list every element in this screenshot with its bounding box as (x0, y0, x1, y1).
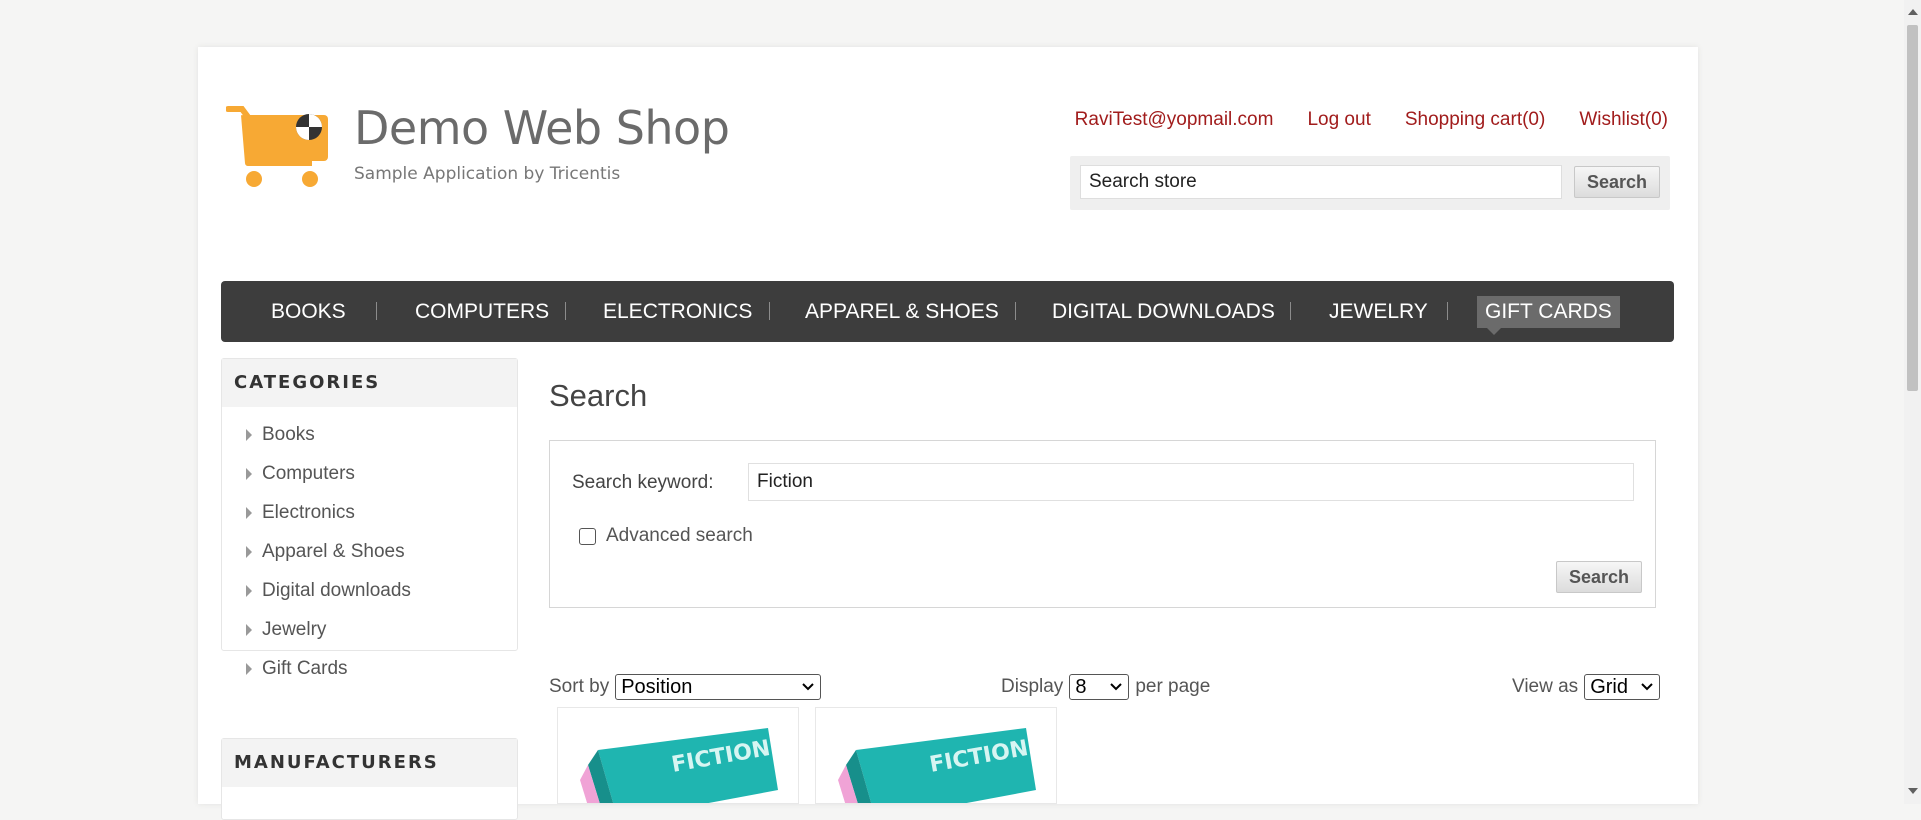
sort-by-select[interactable]: Position (615, 674, 822, 700)
category-item-books[interactable]: Books (222, 415, 517, 454)
advanced-search-toggle[interactable]: Advanced search (579, 525, 753, 547)
nav-item-jewelry[interactable]: JEWELRY (1329, 281, 1428, 342)
product-item[interactable]: FICTION (815, 707, 1057, 804)
sort-by-control: Sort by Position (549, 674, 822, 700)
triangle-right-icon (246, 585, 252, 597)
triangle-right-icon (246, 663, 252, 675)
store-search-input[interactable] (1080, 165, 1562, 199)
category-item-apparel-shoes[interactable]: Apparel & Shoes (222, 532, 517, 571)
nav-separator (1290, 302, 1291, 320)
category-item-digital-downloads[interactable]: Digital downloads (222, 571, 517, 610)
sort-by-label: Sort by (549, 676, 610, 697)
triangle-right-icon (246, 429, 252, 441)
nav-separator (769, 302, 770, 320)
view-mode-control: View as Grid (1512, 674, 1661, 700)
nav-item-apparel-shoes[interactable]: APPAREL & SHOES (805, 281, 999, 342)
advanced-search-form: Search keyword: Advanced search Search (549, 440, 1656, 608)
chevron-down-icon (1110, 683, 1123, 691)
search-button[interactable]: Search (1556, 561, 1642, 593)
nav-item-books[interactable]: BOOKS (271, 281, 346, 342)
product-item[interactable]: FICTION (557, 707, 799, 804)
manufacturers-title: MANUFACTURERS (222, 739, 517, 787)
search-keyword-label: Search keyword: (572, 472, 714, 493)
triangle-right-icon (246, 468, 252, 480)
view-mode-select[interactable]: Grid (1584, 674, 1661, 700)
categories-block: CATEGORIES Books Computers Electronics A… (221, 358, 518, 679)
nav-item-electronics[interactable]: ELECTRONICS (603, 281, 752, 342)
view-as-label: View as (1512, 676, 1579, 697)
nav-item-computers[interactable]: COMPUTERS (415, 281, 549, 342)
nav-item-digital-downloads[interactable]: DIGITAL DOWNLOADS (1052, 281, 1275, 342)
category-item-electronics[interactable]: Electronics (222, 493, 517, 532)
chevron-down-icon (1641, 683, 1653, 691)
page-title: Search (549, 378, 648, 413)
logo-title[interactable]: Demo Web Shop (354, 101, 730, 155)
scrollbar-thumb[interactable] (1907, 25, 1918, 391)
manufacturers-block: MANUFACTURERS (221, 738, 518, 820)
per-page-label: per page (1135, 676, 1211, 697)
search-keyword-input[interactable] (748, 463, 1634, 501)
triangle-right-icon (246, 507, 252, 519)
top-menu: BOOKS COMPUTERS ELECTRONICS APPAREL & SH… (221, 281, 1674, 342)
nav-separator (565, 302, 566, 320)
category-item-jewelry[interactable]: Jewelry (222, 610, 517, 649)
store-search-box: Search (1070, 156, 1670, 210)
shopping-cart-link[interactable]: Shopping cart(0) (1405, 109, 1545, 131)
chevron-down-icon (802, 683, 814, 691)
shopping-cart-logo-icon[interactable] (226, 103, 328, 191)
nav-separator (376, 302, 377, 320)
page-size-select[interactable]: 8 (1069, 674, 1130, 700)
triangle-right-icon (246, 546, 252, 558)
header-links: RaviTest@yopmail.com Log out Shopping ca… (1075, 109, 1668, 131)
logout-link[interactable]: Log out (1307, 109, 1370, 131)
book-cover-image[interactable]: FICTION (578, 720, 778, 804)
wishlist-link[interactable]: Wishlist(0) (1579, 109, 1668, 131)
scroll-down-arrow-icon[interactable] (1908, 788, 1918, 794)
display-label: Display (1001, 676, 1064, 697)
nav-separator (1447, 302, 1448, 320)
category-item-computers[interactable]: Computers (222, 454, 517, 493)
advanced-search-label[interactable]: Advanced search (606, 525, 753, 547)
advanced-search-checkbox[interactable] (579, 527, 596, 545)
scroll-up-arrow-icon[interactable] (1908, 9, 1918, 15)
page-container: Demo Web Shop Sample Application by Tric… (198, 47, 1698, 820)
book-cover-image[interactable]: FICTION (836, 720, 1036, 804)
category-item-gift-cards[interactable]: Gift Cards (222, 649, 517, 688)
logo-subtitle: Sample Application by Tricentis (354, 164, 621, 184)
account-link[interactable]: RaviTest@yopmail.com (1075, 109, 1274, 131)
display-control: Display 8 per page (1001, 674, 1210, 700)
categories-title: CATEGORIES (222, 359, 517, 407)
store-search-button[interactable]: Search (1574, 166, 1660, 198)
vertical-scrollbar[interactable] (1904, 0, 1921, 804)
triangle-right-icon (246, 624, 252, 636)
categories-list: Books Computers Electronics Apparel & Sh… (222, 407, 517, 688)
active-indicator-icon (1487, 328, 1501, 335)
nav-separator (1015, 302, 1016, 320)
nav-item-gift-cards[interactable]: GIFT CARDS (1477, 296, 1620, 328)
